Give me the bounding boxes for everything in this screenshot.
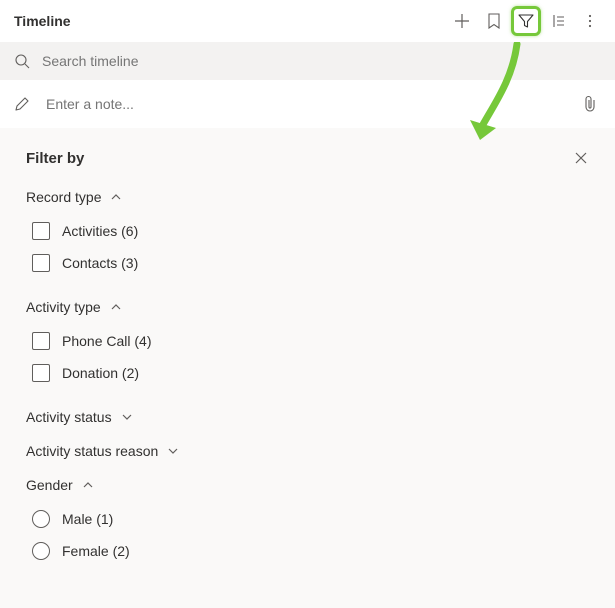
bookmark-button[interactable]	[479, 6, 509, 36]
radio-icon	[32, 542, 50, 560]
section-body-activity-type: Phone Call (4) Donation (2)	[26, 325, 587, 389]
section-label: Record type	[26, 189, 101, 205]
section-head-activity-status[interactable]: Activity status	[26, 409, 134, 425]
more-button[interactable]	[575, 6, 605, 36]
option-activities[interactable]: Activities (6)	[32, 215, 587, 247]
chevron-up-icon	[81, 478, 95, 492]
option-label: Contacts (3)	[62, 255, 138, 271]
option-label: Activities (6)	[62, 223, 138, 239]
checkbox-icon	[32, 222, 50, 240]
checkbox-icon	[32, 332, 50, 350]
filter-panel-title: Filter by	[26, 150, 587, 167]
option-male[interactable]: Male (1)	[32, 503, 587, 535]
filter-button[interactable]	[511, 6, 541, 36]
plus-icon	[454, 13, 470, 29]
filter-panel: Filter by Record type Activities (6) Con…	[0, 128, 615, 608]
add-button[interactable]	[447, 6, 477, 36]
expand-collapse-button[interactable]	[543, 6, 573, 36]
search-bar	[0, 42, 615, 80]
section-head-activity-status-reason[interactable]: Activity status reason	[26, 443, 180, 459]
note-row	[0, 80, 615, 128]
page-title: Timeline	[14, 13, 71, 29]
section-label: Gender	[26, 477, 73, 493]
attachment-button[interactable]	[579, 95, 601, 113]
radio-icon	[32, 510, 50, 528]
more-vertical-icon	[582, 13, 598, 29]
section-head-gender[interactable]: Gender	[26, 477, 95, 493]
option-label: Phone Call (4)	[62, 333, 152, 349]
bookmark-icon	[487, 13, 501, 29]
note-input[interactable]	[44, 95, 565, 113]
section-head-activity-type[interactable]: Activity type	[26, 299, 123, 315]
chevron-up-icon	[109, 300, 123, 314]
expand-collapse-icon	[550, 13, 566, 29]
header-actions	[447, 6, 605, 36]
chevron-up-icon	[109, 190, 123, 204]
checkbox-icon	[32, 254, 50, 272]
option-donation[interactable]: Donation (2)	[32, 357, 587, 389]
option-label: Female (2)	[62, 543, 130, 559]
section-label: Activity status	[26, 409, 112, 425]
close-filter-button[interactable]	[569, 146, 593, 170]
option-label: Male (1)	[62, 511, 113, 527]
checkbox-icon	[32, 364, 50, 382]
section-label: Activity type	[26, 299, 101, 315]
chevron-down-icon	[120, 410, 134, 424]
option-label: Donation (2)	[62, 365, 139, 381]
search-icon	[14, 53, 30, 69]
option-female[interactable]: Female (2)	[32, 535, 587, 567]
section-body-gender: Male (1) Female (2)	[26, 503, 587, 567]
search-input[interactable]	[40, 52, 601, 70]
filter-icon	[518, 13, 534, 29]
section-body-record-type: Activities (6) Contacts (3)	[26, 215, 587, 279]
paperclip-icon	[583, 95, 597, 113]
section-label: Activity status reason	[26, 443, 158, 459]
timeline-header: Timeline	[0, 0, 615, 42]
option-contacts[interactable]: Contacts (3)	[32, 247, 587, 279]
chevron-down-icon	[166, 444, 180, 458]
section-head-record-type[interactable]: Record type	[26, 189, 123, 205]
close-icon	[574, 151, 588, 165]
option-phone-call[interactable]: Phone Call (4)	[32, 325, 587, 357]
pencil-icon	[14, 96, 30, 112]
